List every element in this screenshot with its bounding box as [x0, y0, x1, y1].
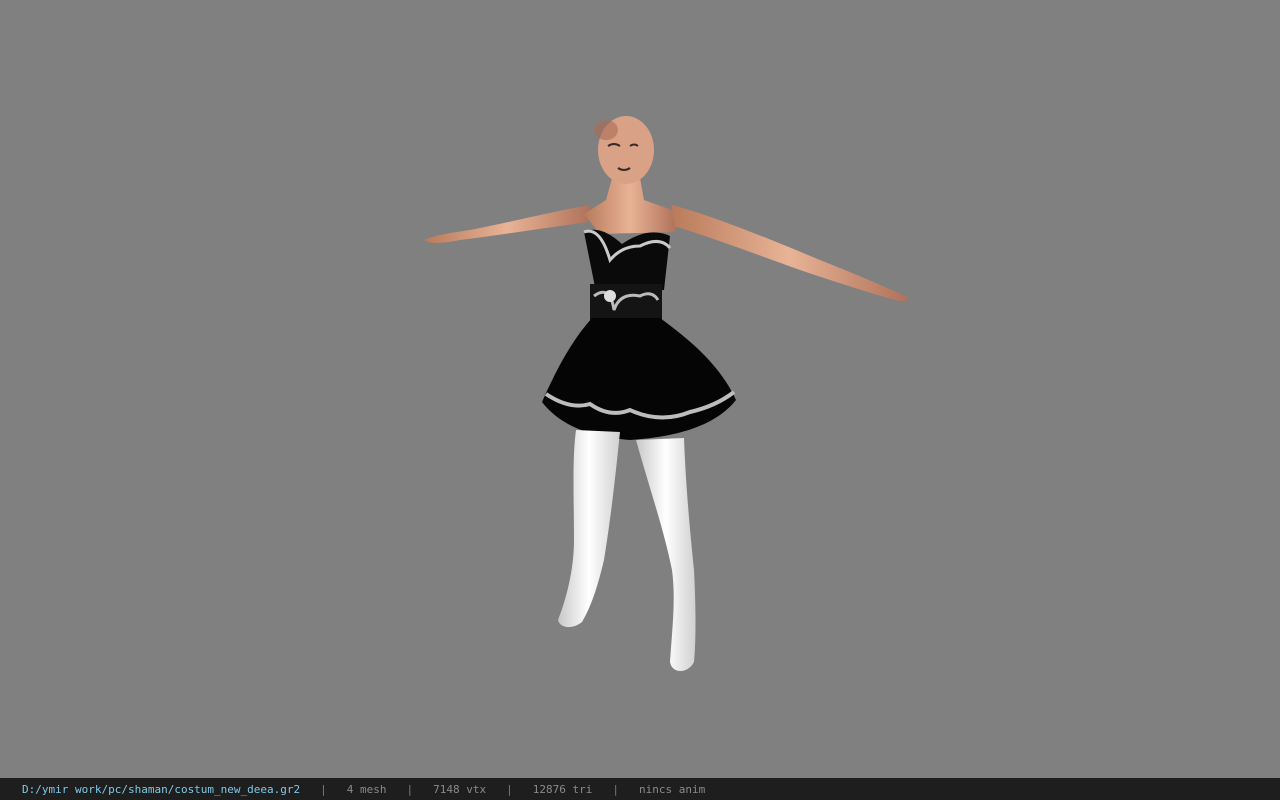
left-boot: [558, 430, 620, 628]
separator: |: [506, 782, 513, 796]
separator: |: [612, 782, 619, 796]
file-path: D:/ymir work/pc/shaman/costum_new_deea.g…: [22, 782, 301, 796]
bodice: [584, 229, 670, 292]
mesh-count: 4 mesh: [346, 782, 387, 796]
vertex-count: 7148 vtx: [433, 782, 487, 796]
left-arm: [424, 205, 590, 244]
head-shadow: [594, 120, 618, 140]
separator: |: [320, 782, 327, 796]
skirt: [542, 318, 736, 440]
animation-status: nincs anim: [639, 782, 706, 796]
right-boot: [636, 438, 696, 671]
neck: [584, 178, 676, 234]
triangle-count: 12876 tri: [532, 782, 593, 796]
belt: [590, 284, 662, 320]
character-model-render: [424, 116, 908, 671]
3d-viewport[interactable]: [0, 0, 1280, 778]
right-arm: [670, 205, 908, 302]
belt-gem: [604, 290, 616, 302]
separator: |: [406, 782, 414, 796]
status-bar: D:/ymir work/pc/shaman/costum_new_deea.g…: [0, 778, 1280, 800]
